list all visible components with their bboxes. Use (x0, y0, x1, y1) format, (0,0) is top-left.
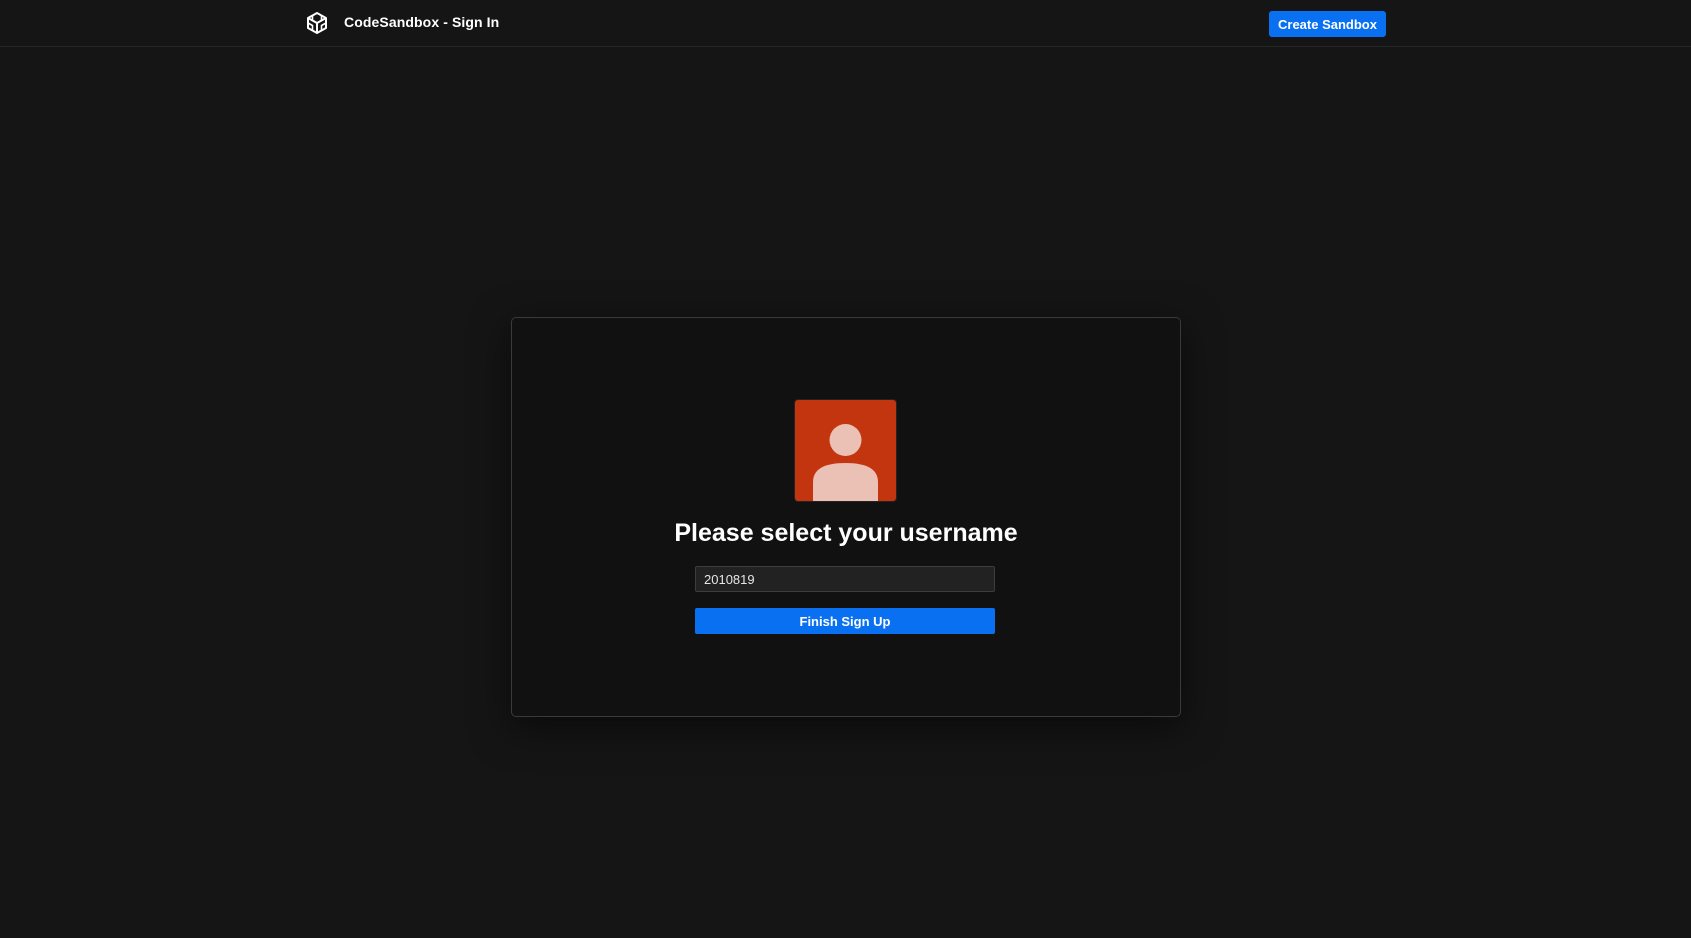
cube-icon (307, 12, 327, 34)
top-navigation-bar: CodeSandbox - Sign In Create Sandbox (0, 0, 1691, 47)
user-avatar (795, 400, 896, 501)
codesandbox-logo-icon[interactable] (305, 11, 329, 35)
finish-sign-up-button[interactable]: Finish Sign Up (695, 608, 995, 634)
username-selection-card: Please select your username Finish Sign … (511, 317, 1181, 717)
username-input[interactable] (695, 566, 995, 592)
create-sandbox-button[interactable]: Create Sandbox (1269, 11, 1386, 37)
user-silhouette-icon (813, 424, 878, 501)
username-heading: Please select your username (674, 519, 1018, 547)
page-title: CodeSandbox - Sign In (344, 14, 500, 30)
